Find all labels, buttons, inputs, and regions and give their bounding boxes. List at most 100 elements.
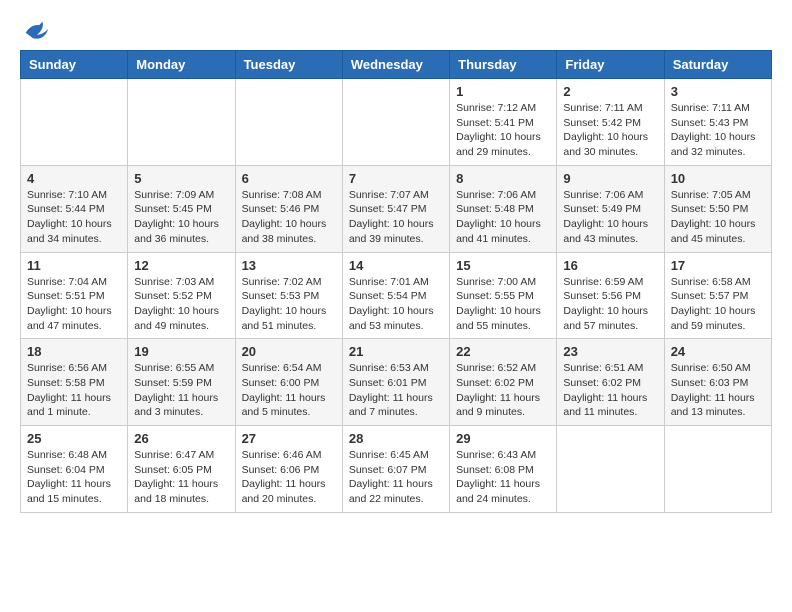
day-number: 23 <box>563 344 657 359</box>
calendar-cell: 9 Sunrise: 7:06 AM Sunset: 5:49 PM Daylig… <box>557 165 664 252</box>
calendar-cell: 14Sunrise: 7:01 AM Sunset: 5:54 PM Dayli… <box>342 252 449 339</box>
day-info: Sunrise: 7:09 AM Sunset: 5:45 PM Dayligh… <box>134 188 228 247</box>
calendar-cell: 7 Sunrise: 7:07 AM Sunset: 5:47 PM Daylig… <box>342 165 449 252</box>
calendar-cell <box>235 79 342 166</box>
day-info: Sunrise: 6:51 AM Sunset: 6:02 PM Dayligh… <box>563 361 657 420</box>
calendar-cell: 12 Sunrise: 7:03 AM Sunset: 5:52 PM Dayli… <box>128 252 235 339</box>
calendar-cell: 22 Sunrise: 6:52 AM Sunset: 6:02 PM Dayli… <box>450 339 557 426</box>
calendar-cell: 27 Sunrise: 6:46 AM Sunset: 6:06 PM Dayli… <box>235 426 342 513</box>
day-info: Sunrise: 7:00 AM Sunset: 5:55 PM Dayligh… <box>456 275 550 334</box>
calendar-cell: 5 Sunrise: 7:09 AM Sunset: 5:45 PM Daylig… <box>128 165 235 252</box>
calendar-week-5: 25 Sunrise: 6:48 AM Sunset: 6:04 PM Dayli… <box>21 426 772 513</box>
calendar-cell <box>21 79 128 166</box>
day-number: 9 <box>563 171 657 186</box>
calendar-cell <box>664 426 771 513</box>
day-info: Sunrise: 7:11 AM Sunset: 5:42 PM Dayligh… <box>563 101 657 160</box>
day-number: 8 <box>456 171 550 186</box>
day-number: 1 <box>456 84 550 99</box>
day-number: 4 <box>27 171 121 186</box>
calendar-cell: 10 Sunrise: 7:05 AM Sunset: 5:50 PM Dayli… <box>664 165 771 252</box>
day-number: 7 <box>349 171 443 186</box>
calendar-cell: 2 Sunrise: 7:11 AM Sunset: 5:42 PM Daylig… <box>557 79 664 166</box>
day-number: 29 <box>456 431 550 446</box>
calendar-cell: 20 Sunrise: 6:54 AM Sunset: 6:00 PM Dayli… <box>235 339 342 426</box>
day-info: Sunrise: 7:05 AM Sunset: 5:50 PM Dayligh… <box>671 188 765 247</box>
calendar-cell: 15 Sunrise: 7:00 AM Sunset: 5:55 PM Dayli… <box>450 252 557 339</box>
day-info: Sunrise: 6:54 AM Sunset: 6:00 PM Dayligh… <box>242 361 336 420</box>
day-info: Sunrise: 7:03 AM Sunset: 5:52 PM Dayligh… <box>134 275 228 334</box>
day-info: Sunrise: 7:11 AM Sunset: 5:43 PM Dayligh… <box>671 101 765 160</box>
calendar-week-1: 1 Sunrise: 7:12 AM Sunset: 5:41 PM Daylig… <box>21 79 772 166</box>
day-number: 24 <box>671 344 765 359</box>
calendar-cell: 1 Sunrise: 7:12 AM Sunset: 5:41 PM Daylig… <box>450 79 557 166</box>
day-number: 27 <box>242 431 336 446</box>
calendar-cell: 16 Sunrise: 6:59 AM Sunset: 5:56 PM Dayli… <box>557 252 664 339</box>
calendar-week-3: 11Sunrise: 7:04 AM Sunset: 5:51 PM Dayli… <box>21 252 772 339</box>
day-number: 26 <box>134 431 228 446</box>
day-number: 15 <box>456 258 550 273</box>
calendar-cell: 23 Sunrise: 6:51 AM Sunset: 6:02 PM Dayli… <box>557 339 664 426</box>
day-number: 20 <box>242 344 336 359</box>
day-number: 6 <box>242 171 336 186</box>
day-number: 28 <box>349 431 443 446</box>
calendar-cell: 13 Sunrise: 7:02 AM Sunset: 5:53 PM Dayli… <box>235 252 342 339</box>
calendar-cell: 3 Sunrise: 7:11 AM Sunset: 5:43 PM Daylig… <box>664 79 771 166</box>
calendar-cell: 25 Sunrise: 6:48 AM Sunset: 6:04 PM Dayli… <box>21 426 128 513</box>
calendar-cell: 29 Sunrise: 6:43 AM Sunset: 6:08 PM Dayli… <box>450 426 557 513</box>
day-info: Sunrise: 6:45 AM Sunset: 6:07 PM Dayligh… <box>349 448 443 507</box>
day-info: Sunrise: 6:52 AM Sunset: 6:02 PM Dayligh… <box>456 361 550 420</box>
calendar-cell: 4 Sunrise: 7:10 AM Sunset: 5:44 PM Daylig… <box>21 165 128 252</box>
weekday-header-thursday: Thursday <box>450 51 557 79</box>
day-info: Sunrise: 7:12 AM Sunset: 5:41 PM Dayligh… <box>456 101 550 160</box>
calendar-cell: 21 Sunrise: 6:53 AM Sunset: 6:01 PM Dayli… <box>342 339 449 426</box>
day-info: Sunrise: 7:08 AM Sunset: 5:46 PM Dayligh… <box>242 188 336 247</box>
day-info: Sunrise: 6:59 AM Sunset: 5:56 PM Dayligh… <box>563 275 657 334</box>
day-info: Sunrise: 6:46 AM Sunset: 6:06 PM Dayligh… <box>242 448 336 507</box>
calendar-cell: 19Sunrise: 6:55 AM Sunset: 5:59 PM Dayli… <box>128 339 235 426</box>
weekday-header-monday: Monday <box>128 51 235 79</box>
day-info: Sunrise: 7:10 AM Sunset: 5:44 PM Dayligh… <box>27 188 121 247</box>
logo-icon <box>22 16 50 44</box>
day-number: 2 <box>563 84 657 99</box>
calendar-cell: 6 Sunrise: 7:08 AM Sunset: 5:46 PM Daylig… <box>235 165 342 252</box>
calendar-cell: 28 Sunrise: 6:45 AM Sunset: 6:07 PM Dayli… <box>342 426 449 513</box>
day-number: 5 <box>134 171 228 186</box>
day-number: 12 <box>134 258 228 273</box>
day-number: 21 <box>349 344 443 359</box>
day-number: 16 <box>563 258 657 273</box>
day-info: Sunrise: 7:06 AM Sunset: 5:49 PM Dayligh… <box>563 188 657 247</box>
weekday-header-sunday: Sunday <box>21 51 128 79</box>
day-number: 13 <box>242 258 336 273</box>
day-number: 19 <box>134 344 228 359</box>
calendar-cell <box>342 79 449 166</box>
calendar-cell: 26Sunrise: 6:47 AM Sunset: 6:05 PM Dayli… <box>128 426 235 513</box>
weekday-header-wednesday: Wednesday <box>342 51 449 79</box>
calendar-cell: 17 Sunrise: 6:58 AM Sunset: 5:57 PM Dayli… <box>664 252 771 339</box>
calendar-cell: 8Sunrise: 7:06 AM Sunset: 5:48 PM Daylig… <box>450 165 557 252</box>
calendar-cell <box>128 79 235 166</box>
calendar-week-4: 18Sunrise: 6:56 AM Sunset: 5:58 PM Dayli… <box>21 339 772 426</box>
day-info: Sunrise: 7:07 AM Sunset: 5:47 PM Dayligh… <box>349 188 443 247</box>
day-info: Sunrise: 7:01 AM Sunset: 5:54 PM Dayligh… <box>349 275 443 334</box>
day-number: 25 <box>27 431 121 446</box>
calendar-cell <box>557 426 664 513</box>
page-header <box>20 20 772 40</box>
day-info: Sunrise: 7:04 AM Sunset: 5:51 PM Dayligh… <box>27 275 121 334</box>
day-info: Sunrise: 6:48 AM Sunset: 6:04 PM Dayligh… <box>27 448 121 507</box>
day-info: Sunrise: 6:43 AM Sunset: 6:08 PM Dayligh… <box>456 448 550 507</box>
calendar-cell: 11Sunrise: 7:04 AM Sunset: 5:51 PM Dayli… <box>21 252 128 339</box>
weekday-header-friday: Friday <box>557 51 664 79</box>
day-info: Sunrise: 6:50 AM Sunset: 6:03 PM Dayligh… <box>671 361 765 420</box>
day-info: Sunrise: 6:58 AM Sunset: 5:57 PM Dayligh… <box>671 275 765 334</box>
logo <box>20 20 50 40</box>
day-number: 17 <box>671 258 765 273</box>
day-info: Sunrise: 7:02 AM Sunset: 5:53 PM Dayligh… <box>242 275 336 334</box>
calendar-cell: 24 Sunrise: 6:50 AM Sunset: 6:03 PM Dayli… <box>664 339 771 426</box>
day-number: 3 <box>671 84 765 99</box>
day-number: 22 <box>456 344 550 359</box>
calendar-cell: 18Sunrise: 6:56 AM Sunset: 5:58 PM Dayli… <box>21 339 128 426</box>
day-info: Sunrise: 6:53 AM Sunset: 6:01 PM Dayligh… <box>349 361 443 420</box>
day-number: 10 <box>671 171 765 186</box>
weekday-header-saturday: Saturday <box>664 51 771 79</box>
weekday-header-row: SundayMondayTuesdayWednesdayThursdayFrid… <box>21 51 772 79</box>
